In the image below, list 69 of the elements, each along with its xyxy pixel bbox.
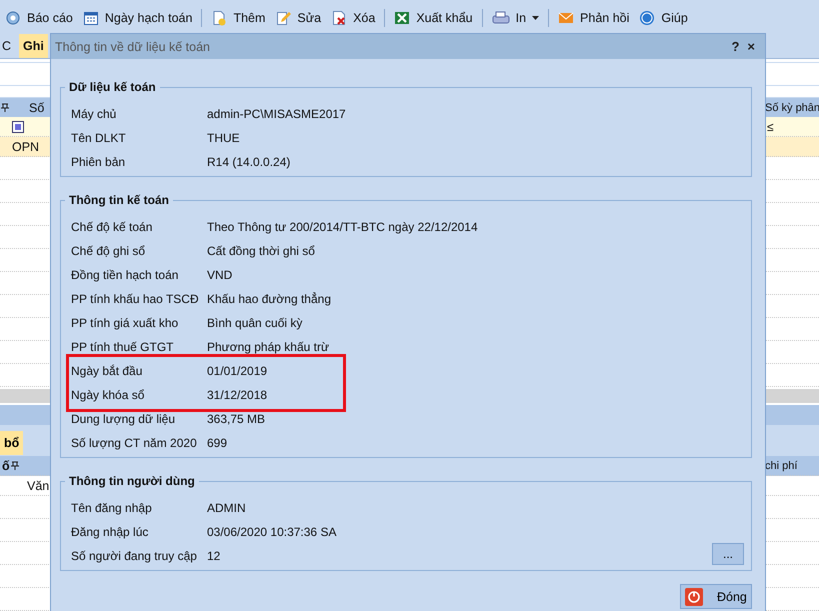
toolbar-button[interactable]: Ngày hạch toán	[80, 10, 196, 26]
toolbar-button[interactable]: Xuất khẩu	[391, 10, 476, 26]
field-value: R14 (14.0.0.24)	[207, 155, 290, 169]
toolbar-button[interactable]: Báo cáo	[2, 10, 76, 26]
field-value: Theo Thông tư 200/2014/TT-BTC ngày 22/12/2014	[207, 220, 478, 234]
toolbar-button[interactable]: Thêm	[208, 10, 268, 26]
power-icon	[685, 588, 703, 606]
toolbar-button[interactable]: In	[488, 10, 542, 26]
tab[interactable]: C	[0, 34, 20, 58]
filter-icon	[12, 120, 24, 132]
close-button[interactable]: ×	[743, 39, 759, 54]
field-value: 699	[207, 436, 228, 450]
delete-icon	[331, 10, 348, 26]
group-title: Dữ liệu kế toán	[65, 80, 160, 94]
field-value: THUE	[207, 131, 240, 145]
field-label: Đăng nhập lúc	[71, 525, 150, 539]
toolbar-button[interactable]: Xóa	[328, 10, 378, 26]
field-label: PP tính thuế GTGT	[71, 340, 174, 354]
field-label: PP tính khấu hao TSCĐ	[71, 292, 200, 306]
help-icon	[639, 10, 656, 26]
field-value: ADMIN	[207, 501, 246, 515]
group-title: Thông tin người dùng	[65, 474, 199, 488]
edit-icon	[275, 10, 292, 26]
envelope-icon	[558, 10, 574, 26]
filter-operator[interactable]: ≤	[767, 120, 819, 134]
field-value: Bình quân cuối kỳ	[207, 316, 302, 330]
table-cell: OPN	[12, 140, 40, 154]
column-header: Số	[29, 100, 44, 114]
field-value: 363,75 MB	[207, 412, 266, 426]
field-value: 31/12/2018	[207, 388, 268, 402]
field-value: VND	[207, 268, 232, 282]
field-value: Phương pháp khấu trừ	[207, 340, 330, 354]
field-label: Dung lượng dữ liệu	[71, 412, 176, 426]
field-label: Phiên bản	[71, 155, 126, 169]
field-value: Cất đồng thời ghi sổ	[207, 244, 315, 258]
field-label: Số người đang truy cập	[71, 549, 198, 563]
calendar-icon	[82, 10, 99, 26]
printer-icon	[492, 10, 510, 26]
close-button[interactable]: Đóng	[680, 584, 752, 609]
field-value: Khấu hao đường thẳng	[207, 292, 332, 306]
field-label: Tên đăng nhập	[71, 501, 153, 515]
field-label: Chế độ ghi sổ	[71, 244, 146, 258]
field-label: Chế độ kế toán	[71, 220, 154, 234]
field-label: PP tính giá xuất kho	[71, 316, 180, 330]
field-label: Ngày khóa sổ	[71, 388, 146, 402]
toolbar-button[interactable]: Phản hồi	[555, 10, 632, 26]
tab[interactable]: Ghi	[19, 34, 48, 58]
field-label: Ngày bắt đầu	[71, 364, 144, 378]
field-value: 01/01/2019	[207, 364, 268, 378]
group-title: Thông tin kế toán	[65, 193, 173, 207]
toolbar-button[interactable]: Sửa	[272, 10, 324, 26]
field-label: Máy chủ	[71, 107, 118, 121]
field-label: Đồng tiền hạch toán	[71, 268, 180, 282]
column-header: ố	[2, 458, 10, 472]
tab[interactable]: bổ	[0, 431, 24, 455]
more-button[interactable]: ...	[712, 543, 744, 565]
field-value: admin-PC\MISASME2017	[207, 107, 346, 121]
field-value: 12	[207, 549, 220, 563]
field-label: Tên DLKT	[71, 131, 127, 145]
spreadsheet-icon	[394, 10, 410, 26]
table-cell: Văn	[27, 478, 50, 492]
pin-icon	[10, 461, 19, 470]
dialog-title: Thông tin về dữ liệu kế toán	[55, 40, 210, 54]
toolbar-button[interactable]: Giúp	[636, 10, 691, 26]
pin-icon	[1, 103, 9, 112]
column-header: Số kỳ phân	[765, 102, 819, 114]
field-value: 03/06/2020 10:37:36 SA	[207, 525, 336, 539]
field-label: Số lượng CT năm 2020	[71, 436, 198, 450]
help-button[interactable]: ?	[727, 39, 744, 54]
